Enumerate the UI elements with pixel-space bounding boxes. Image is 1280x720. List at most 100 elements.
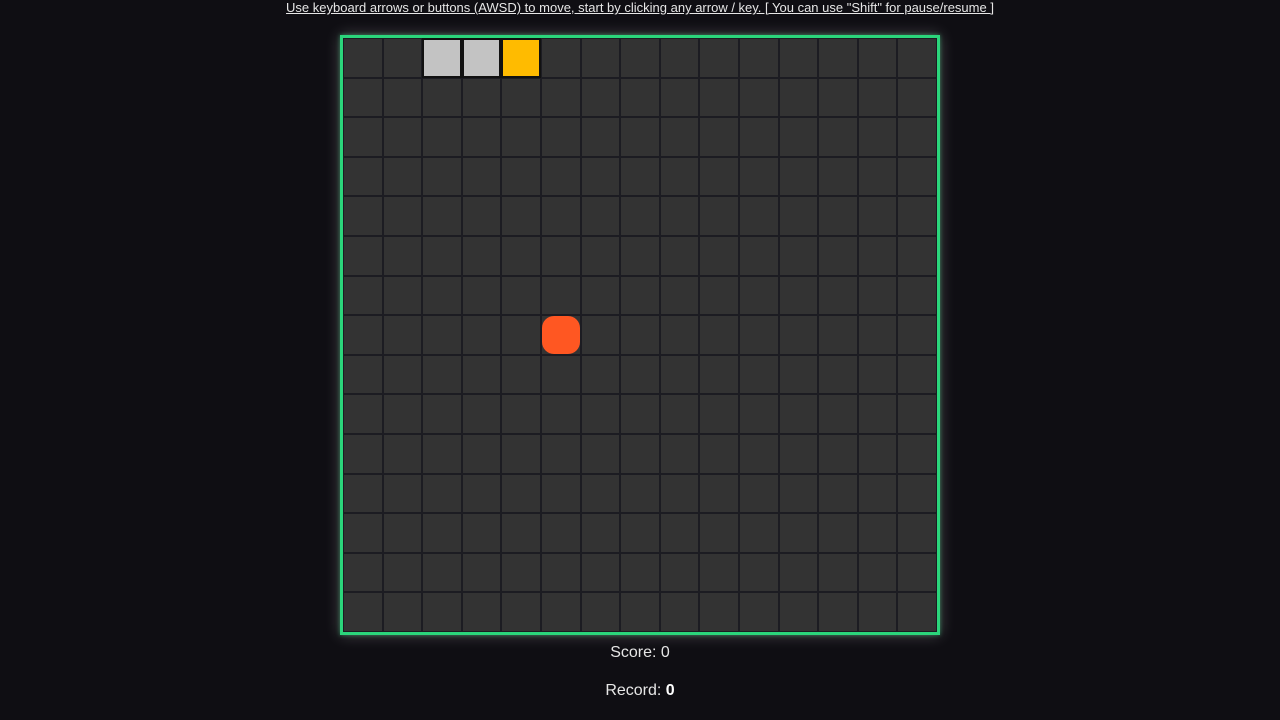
grid-cell	[343, 38, 383, 78]
grid-cell	[382, 354, 423, 395]
grid-cell	[699, 473, 739, 514]
grid-cell	[897, 433, 937, 474]
grid-cell	[897, 513, 937, 553]
grid-cell	[818, 38, 858, 78]
grid-cell	[580, 354, 621, 395]
grid-cell	[382, 235, 423, 276]
grid-cell	[382, 117, 423, 157]
grid-cell	[857, 38, 898, 78]
score-value: 0	[660, 644, 670, 661]
grid-cell	[382, 77, 423, 118]
grid-cell	[818, 77, 858, 118]
grid-cell	[422, 117, 462, 157]
snake-segment	[422, 38, 462, 78]
grid-cell	[580, 77, 621, 118]
grid-cell	[738, 354, 779, 395]
grid-cell	[857, 552, 898, 593]
instructions-link[interactable]: Use keyboard arrows or buttons (AWSD) to…	[0, 0, 1280, 15]
grid-cell	[699, 433, 739, 474]
grid-cell	[738, 552, 779, 593]
grid-cell	[897, 117, 937, 157]
grid-cell	[778, 275, 819, 316]
grid-cell	[620, 77, 660, 118]
grid-cell	[343, 433, 383, 474]
grid-cell	[382, 473, 423, 514]
grid-cell	[857, 275, 898, 316]
grid-cell	[897, 275, 937, 316]
grid-cell	[738, 77, 779, 118]
grid-cell	[461, 315, 502, 355]
grid-cell	[343, 275, 383, 316]
grid-cell	[382, 592, 423, 632]
grid-cell	[778, 513, 819, 553]
grid-cell	[818, 235, 858, 276]
grid-cell	[461, 196, 502, 236]
grid-cell	[540, 275, 581, 316]
grid-cell	[699, 117, 739, 157]
grid-cell	[620, 513, 660, 553]
grid-cell	[461, 433, 502, 474]
record-display: Record: 0	[0, 682, 1280, 700]
grid-cell	[778, 433, 819, 474]
grid-cell	[620, 38, 660, 78]
grid-cell	[501, 196, 541, 236]
grid-cell	[343, 196, 383, 236]
grid-cell	[382, 38, 423, 78]
grid-cell	[699, 38, 739, 78]
grid-cell	[580, 235, 621, 276]
grid-cell	[778, 196, 819, 236]
grid-cell	[580, 196, 621, 236]
grid-cell	[540, 156, 581, 197]
grid-cell	[343, 592, 383, 632]
grid-cell	[461, 552, 502, 593]
grid-cell	[818, 552, 858, 593]
grid-cell	[818, 433, 858, 474]
grid-cell	[620, 196, 660, 236]
grid-cell	[343, 77, 383, 118]
grid-cell	[897, 315, 937, 355]
snake-segment	[461, 38, 502, 78]
grid-cell	[897, 354, 937, 395]
grid-cell	[659, 117, 700, 157]
grid-cell	[501, 552, 541, 593]
grid-cell	[501, 77, 541, 118]
grid-cell	[778, 38, 819, 78]
grid-cell	[580, 552, 621, 593]
food-item	[540, 315, 581, 355]
grid-cell	[897, 592, 937, 632]
grid-cell	[738, 315, 779, 355]
grid-cell	[897, 235, 937, 276]
grid-cell	[540, 592, 581, 632]
grid-cell	[818, 354, 858, 395]
grid-cell	[699, 552, 739, 593]
grid-cell	[857, 394, 898, 434]
grid-cell	[422, 513, 462, 553]
grid-cell	[580, 275, 621, 316]
grid-cell	[699, 354, 739, 395]
grid-cell	[461, 77, 502, 118]
game-board[interactable]	[340, 35, 940, 635]
grid-cell	[659, 196, 700, 236]
grid-cell	[620, 473, 660, 514]
grid-cell	[620, 117, 660, 157]
grid-cell	[461, 473, 502, 514]
grid-cell	[343, 235, 383, 276]
grid-cell	[540, 77, 581, 118]
grid-cell	[778, 156, 819, 197]
grid-cell	[382, 196, 423, 236]
score-display: Score: 0	[0, 644, 1280, 662]
grid-cell	[620, 592, 660, 632]
grid-cell	[580, 592, 621, 632]
grid-cell	[659, 235, 700, 276]
grid-cell	[422, 473, 462, 514]
grid-cell	[580, 433, 621, 474]
grid-cell	[857, 433, 898, 474]
grid-cell	[461, 156, 502, 197]
grid-cell	[382, 315, 423, 355]
grid-cell	[422, 156, 462, 197]
score-label: Score:	[610, 644, 661, 661]
grid-cell	[818, 315, 858, 355]
grid-cell	[540, 38, 581, 78]
grid-cell	[699, 77, 739, 118]
grid-cell	[540, 235, 581, 276]
